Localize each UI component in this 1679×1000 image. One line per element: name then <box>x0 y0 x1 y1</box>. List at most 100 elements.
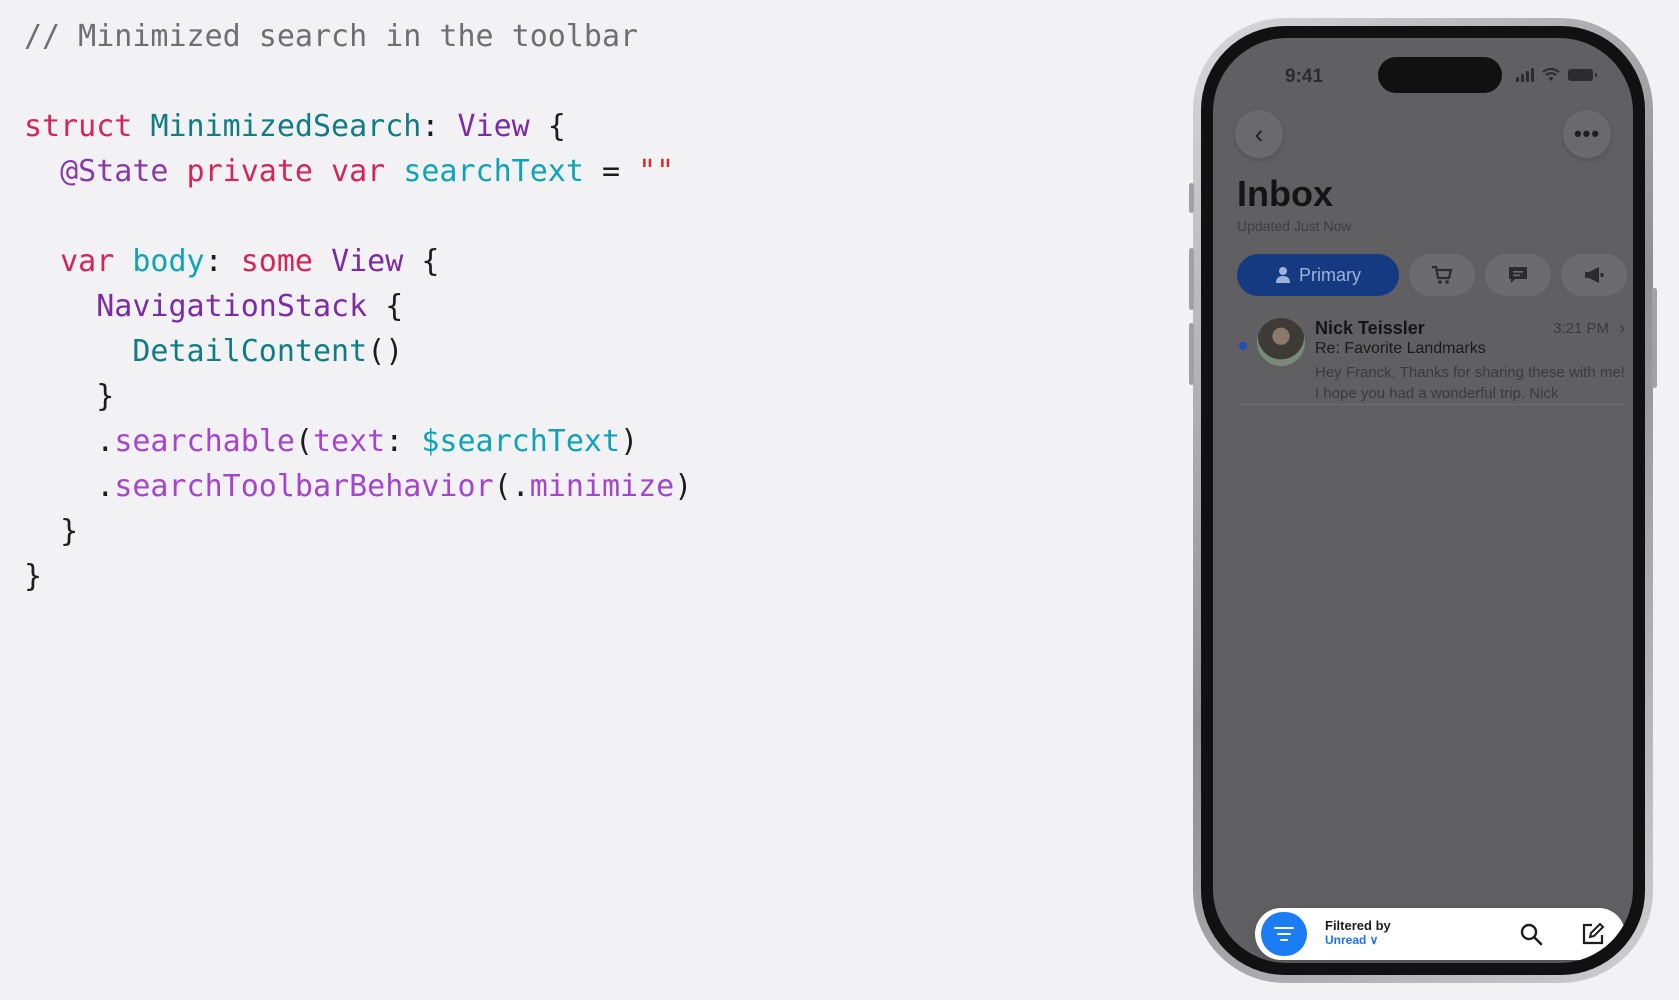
unread-indicator <box>1239 342 1247 350</box>
code-line: // Minimized search in the toolbar <box>24 14 692 59</box>
code-token: = <box>583 154 639 189</box>
code-token: : <box>204 244 241 279</box>
cart-icon <box>1432 265 1453 284</box>
filter-status[interactable]: Filtered by Unread ∨ <box>1325 918 1391 947</box>
updated-status: Updated Just Now <box>1237 218 1352 234</box>
back-button[interactable]: ‹ <box>1235 110 1283 158</box>
code-line: DetailContent() <box>24 329 692 374</box>
list-item[interactable]: Nick Teissler 3:21 PM › Re: Favorite Lan… <box>1237 318 1627 405</box>
tab-promotions[interactable] <box>1561 254 1627 296</box>
power-button <box>1652 288 1657 388</box>
chevron-left-icon: ‹ <box>1254 118 1264 149</box>
search-button[interactable] <box>1503 912 1559 956</box>
code-token: $searchText <box>421 424 621 459</box>
code-line: struct MinimizedSearch: View { <box>24 104 692 149</box>
code-token: searchText <box>403 154 584 189</box>
filter-label: Filtered by <box>1325 918 1391 933</box>
code-token: : <box>385 424 422 459</box>
code-line: .searchToolbarBehavior(.minimize) <box>24 464 692 509</box>
code-token: } <box>24 379 115 414</box>
status-icons <box>1516 68 1597 82</box>
search-icon <box>1520 923 1543 946</box>
code-line: @State private var searchText = "" <box>24 149 692 194</box>
code-line: .searchable(text: $searchText) <box>24 419 692 464</box>
code-token: NavigationStack <box>96 289 368 324</box>
phone-screen: 9:41 ‹ ••• Inbox Updated Just Now Primar… <box>1213 38 1633 963</box>
cellular-signal-icon <box>1516 68 1534 82</box>
status-time: 9:41 <box>1285 66 1324 87</box>
chevron-right-icon: › <box>1619 318 1625 338</box>
mail-sender: Nick Teissler <box>1315 318 1425 338</box>
dynamic-island <box>1378 57 1502 93</box>
code-token: searchToolbarBehavior <box>114 469 494 504</box>
filter-button[interactable] <box>1261 912 1307 956</box>
tab-primary-label: Primary <box>1299 264 1361 285</box>
compose-button[interactable] <box>1567 912 1619 956</box>
code-token: ( <box>294 424 313 459</box>
filter-icon <box>1274 927 1294 941</box>
code-token: () <box>367 334 404 369</box>
code-token: private var <box>168 154 404 189</box>
volume-up-button <box>1189 248 1194 310</box>
code-token: minimize <box>529 469 675 504</box>
code-token: } <box>24 559 43 594</box>
bottom-toolbar: Filtered by Unread ∨ <box>1255 908 1625 960</box>
code-token: text <box>313 424 386 459</box>
tab-transactions[interactable] <box>1409 254 1475 296</box>
wifi-icon <box>1542 68 1560 81</box>
code-line: } <box>24 509 692 554</box>
code-token: // Minimized search in the toolbar <box>24 19 639 54</box>
code-snippet: // Minimized search in the toolbar struct… <box>24 14 692 599</box>
person-icon <box>1276 267 1290 283</box>
mail-preview: Hey Franck, Thanks for sharing these wit… <box>1315 364 1625 402</box>
tab-updates[interactable] <box>1485 254 1551 296</box>
action-button <box>1189 183 1194 213</box>
code-token: DetailContent <box>132 334 368 369</box>
ellipsis-icon: ••• <box>1573 121 1601 146</box>
code-line: } <box>24 554 692 599</box>
code-token: some <box>240 244 332 279</box>
code-token: : <box>421 109 458 144</box>
mail-subject: Re: Favorite Landmarks <box>1315 340 1486 357</box>
code-token: . <box>24 424 115 459</box>
code-line: NavigationStack { <box>24 284 692 329</box>
code-token: "" <box>638 154 675 189</box>
battery-icon <box>1568 69 1597 81</box>
code-token: ) <box>620 424 639 459</box>
code-token: { <box>367 289 404 324</box>
code-token: } <box>24 514 79 549</box>
more-button[interactable]: ••• <box>1563 110 1611 158</box>
page-title: Inbox <box>1237 173 1333 214</box>
chevron-down-icon: ∨ <box>1366 933 1379 947</box>
code-token: struct <box>24 109 151 144</box>
code-line: var body: some View { <box>24 239 692 284</box>
code-token: (. <box>493 469 530 504</box>
mail-time: 3:21 PM <box>1553 320 1609 337</box>
volume-down-button <box>1189 323 1194 385</box>
code-token: View <box>331 244 404 279</box>
category-tabs: Primary <box>1237 254 1633 296</box>
megaphone-icon <box>1585 267 1604 283</box>
code-token: ) <box>674 469 693 504</box>
code-token: body <box>132 244 205 279</box>
code-token: var <box>60 244 133 279</box>
filter-value: Unread ∨ <box>1325 933 1379 947</box>
code-token: @State <box>60 154 169 189</box>
code-token: View <box>457 109 530 144</box>
code-token: { <box>529 109 566 144</box>
avatar <box>1257 318 1305 366</box>
iphone-mockup: 9:41 ‹ ••• Inbox Updated Just Now Primar… <box>1189 18 1657 983</box>
compose-icon <box>1582 922 1605 945</box>
code-token: { <box>403 244 440 279</box>
code-token: searchable <box>114 424 295 459</box>
code-line: } <box>24 374 692 419</box>
phone-bezel: 9:41 ‹ ••• Inbox Updated Just Now Primar… <box>1201 26 1645 975</box>
code-token: . <box>24 469 115 504</box>
code-token: MinimizedSearch <box>150 109 422 144</box>
tab-primary[interactable]: Primary <box>1237 254 1399 296</box>
